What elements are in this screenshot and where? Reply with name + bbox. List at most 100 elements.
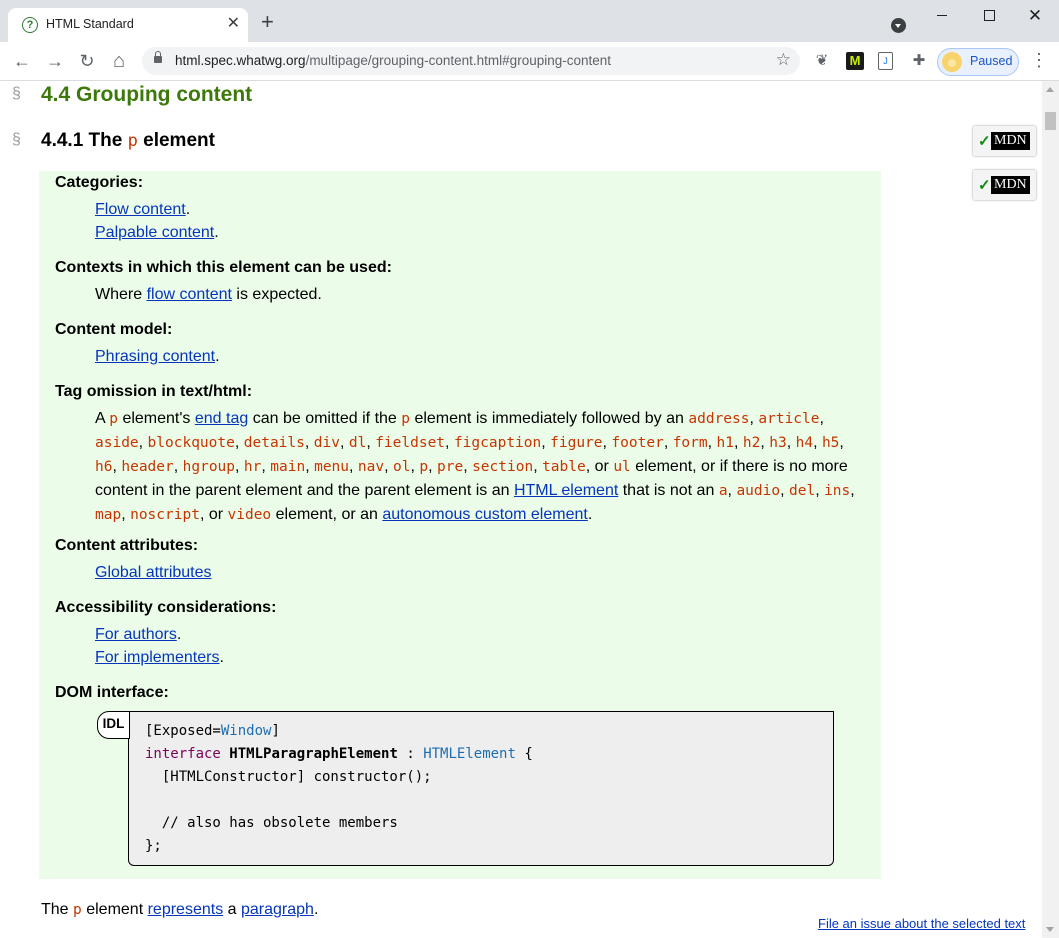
element-code-table: table bbox=[542, 459, 586, 475]
subsection-heading-suffix: element bbox=[143, 130, 215, 151]
element-code-footer: footer bbox=[611, 435, 664, 451]
element-code-aside: aside bbox=[95, 435, 139, 451]
element-definition-box: Categories: Flow content. Palpable conte… bbox=[39, 171, 881, 879]
home-icon[interactable]: ⌂ bbox=[107, 49, 131, 73]
accessibility-values: For authors. For implementers. bbox=[95, 626, 224, 666]
contexts-value: Where flow content is expected. bbox=[95, 283, 863, 306]
link-paragraph[interactable]: paragraph bbox=[241, 901, 314, 918]
omission-code-p2: p bbox=[401, 411, 410, 427]
tab-title: HTML Standard bbox=[46, 17, 134, 31]
idl-tag: IDL bbox=[97, 711, 130, 739]
link-flow-content[interactable]: Flow content bbox=[95, 201, 186, 218]
link-end-tag[interactable]: end tag bbox=[195, 410, 248, 427]
accessibility-label: Accessibility considerations: bbox=[55, 599, 277, 616]
element-code-h2: h2 bbox=[742, 435, 761, 451]
vertical-scrollbar[interactable] bbox=[1042, 81, 1059, 938]
idl-constructor-line: [HTMLConstructor] constructor(); bbox=[145, 769, 432, 785]
scroll-thumb[interactable] bbox=[1045, 112, 1056, 130]
extension-document-icon[interactable]: J bbox=[878, 52, 893, 70]
element-code-figure: figure bbox=[550, 435, 603, 451]
tag-omission-label: Tag omission in text/html: bbox=[55, 383, 253, 400]
element-code-h6: h6 bbox=[95, 459, 113, 475]
tab-search-icon[interactable] bbox=[891, 18, 906, 33]
address-bar[interactable]: html.spec.whatwg.org/multipage/grouping-… bbox=[142, 47, 800, 75]
link-html-element[interactable]: HTML element bbox=[514, 482, 618, 499]
mdn-badge-1[interactable]: ✓ MDN bbox=[973, 126, 1036, 156]
categories-label: Categories: bbox=[55, 174, 144, 191]
file-issue-link[interactable]: File an issue about the selected text bbox=[818, 916, 1025, 931]
element-code-map: map bbox=[95, 507, 122, 523]
omission-code-ul: ul bbox=[613, 459, 631, 475]
contexts-label: Contexts in which this element can be us… bbox=[55, 259, 392, 276]
element-code-pre: pre bbox=[436, 459, 464, 475]
link-idl-htmlelement[interactable]: HTMLElement bbox=[423, 746, 516, 762]
categories-values: Flow content. Palpable content. bbox=[95, 201, 219, 241]
element-code-ins: ins bbox=[824, 483, 851, 499]
para-a: a bbox=[227, 901, 237, 918]
link-for-implementers[interactable]: For implementers bbox=[95, 649, 219, 666]
idl-interface-name: HTMLParagraphElement bbox=[229, 746, 398, 762]
section-self-link[interactable]: § bbox=[12, 85, 21, 103]
lock-icon[interactable] bbox=[154, 51, 162, 63]
link-global-attributes[interactable]: Global attributes bbox=[95, 564, 212, 581]
link-phrasing-content[interactable]: Phrasing content bbox=[95, 348, 215, 365]
extension-bird-icon[interactable]: ❦ bbox=[813, 52, 831, 70]
subsection-self-link[interactable]: § bbox=[12, 131, 21, 149]
element-code-hgroup: hgroup bbox=[182, 459, 236, 475]
profile-button[interactable]: Paused bbox=[937, 48, 1019, 76]
element-code-div: div bbox=[313, 435, 340, 451]
link-flow-content-context[interactable]: flow content bbox=[147, 286, 232, 303]
intro-paragraph: The p element represents a paragraph. bbox=[41, 901, 318, 919]
tag-omission-value: A p element's end tag can be omitted if … bbox=[95, 410, 855, 523]
element-code-header: header bbox=[121, 459, 174, 475]
tab-strip: ? HTML Standard ✕ + ✕ bbox=[0, 0, 1059, 42]
content-model-value: Phrasing content. bbox=[95, 348, 220, 365]
scroll-down-arrow-icon[interactable] bbox=[1046, 927, 1054, 932]
subsection-heading-code: p bbox=[127, 131, 138, 151]
forward-arrow-icon[interactable]: → bbox=[43, 49, 67, 73]
link-idl-window[interactable]: Window bbox=[221, 723, 272, 739]
element-code-address: address bbox=[688, 411, 750, 427]
extension-m-icon[interactable]: M bbox=[846, 52, 864, 70]
tab-html-standard[interactable]: ? HTML Standard ✕ bbox=[8, 8, 248, 42]
more-menu-icon[interactable]: ⋮ bbox=[1030, 50, 1048, 70]
idl-comment-line: // also has obsolete members bbox=[145, 815, 398, 831]
element-code-h3: h3 bbox=[769, 435, 787, 451]
element-code-p: p bbox=[419, 459, 429, 475]
mdn-label: MDN bbox=[991, 176, 1030, 194]
question-mark-favicon-icon: ? bbox=[22, 17, 38, 33]
omission-code-p1: p bbox=[109, 411, 118, 427]
idl-exposed-open: [Exposed= bbox=[145, 723, 221, 739]
scroll-up-arrow-icon[interactable] bbox=[1046, 87, 1054, 92]
element-code-main: main bbox=[270, 459, 306, 475]
link-palpable-content[interactable]: Palpable content bbox=[95, 224, 214, 241]
close-tab-icon[interactable]: ✕ bbox=[227, 14, 240, 34]
para-pre: The bbox=[41, 901, 69, 918]
check-icon: ✓ bbox=[978, 177, 991, 194]
link-autonomous-custom-element[interactable]: autonomous custom element bbox=[382, 506, 587, 523]
idl-open-brace: { bbox=[524, 746, 533, 762]
element-code-del: del bbox=[788, 483, 816, 499]
element-code-form: form bbox=[672, 435, 708, 451]
reload-icon[interactable]: ↻ bbox=[75, 49, 99, 73]
element-code-ol: ol bbox=[393, 459, 411, 475]
new-tab-button[interactable]: + bbox=[261, 11, 274, 33]
contexts-post: is expected. bbox=[236, 286, 322, 303]
idl-code: [Exposed=Window] interface HTMLParagraph… bbox=[145, 720, 533, 858]
mdn-badge-2[interactable]: ✓ MDN bbox=[973, 170, 1036, 200]
maximize-window-button[interactable] bbox=[976, 6, 1002, 26]
back-arrow-icon[interactable]: ← bbox=[10, 49, 34, 73]
element-code-menu: menu bbox=[314, 459, 350, 475]
content-attributes-value: Global attributes bbox=[95, 561, 863, 584]
link-represents[interactable]: represents bbox=[148, 901, 224, 918]
close-window-button[interactable]: ✕ bbox=[1022, 6, 1048, 26]
link-for-authors[interactable]: For authors bbox=[95, 626, 177, 643]
dom-interface-label: DOM interface: bbox=[55, 684, 169, 701]
url-text[interactable]: html.spec.whatwg.org/multipage/grouping-… bbox=[175, 53, 611, 68]
minimize-window-button[interactable] bbox=[929, 6, 955, 26]
para-mid: element bbox=[86, 901, 144, 918]
bookmark-star-icon[interactable]: ☆ bbox=[776, 50, 791, 70]
extensions-puzzle-icon[interactable]: ✚ bbox=[910, 52, 928, 70]
element-code-section: section bbox=[472, 459, 534, 475]
subsection-heading: 4.4.1 The p element bbox=[41, 130, 215, 152]
